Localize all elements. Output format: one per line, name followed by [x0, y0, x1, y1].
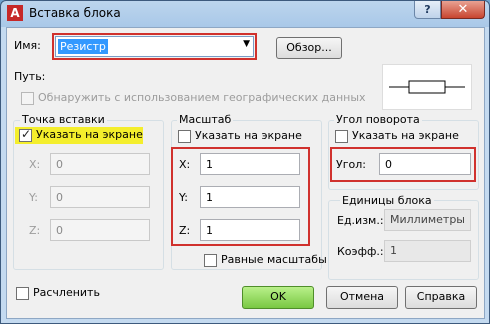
path-label: Путь: — [14, 70, 46, 83]
name-label: Имя: — [14, 39, 41, 52]
cancel-button[interactable]: Отмена — [326, 286, 398, 309]
ok-button[interactable]: OK — [242, 286, 314, 309]
browse-button[interactable]: Обзор... — [276, 37, 342, 59]
insertion-specify-label: Указать на экране — [36, 128, 143, 141]
factor-value: 1 — [384, 240, 471, 262]
block-preview — [382, 64, 472, 110]
resistor-preview-icon — [389, 80, 465, 94]
scale-z-field[interactable]: 1 — [200, 219, 300, 241]
scale-x-label: X: — [179, 158, 191, 171]
scale-x-field[interactable]: 1 — [200, 153, 300, 175]
unit-value: Миллиметры — [384, 209, 471, 231]
help-button[interactable]: Справка — [405, 286, 477, 309]
insert-block-dialog: A Вставка блока ? ✕ Имя: Резистр ▼ Обзор… — [0, 0, 490, 324]
window-title: Вставка блока — [29, 6, 121, 20]
insertion-x-label: X: — [29, 158, 41, 171]
units-title: Единицы блока — [340, 194, 434, 207]
rotation-specify-label: Указать на экране — [352, 129, 459, 142]
insertion-x-field[interactable]: 0 — [50, 153, 150, 175]
uniform-scale-label: Равные масштабы — [221, 253, 327, 266]
rotation-specify-checkbox[interactable] — [335, 130, 348, 143]
angle-field[interactable]: 0 — [379, 153, 471, 175]
insertion-specify-checkbox[interactable]: ✓ — [19, 127, 32, 142]
scale-specify-label: Указать на экране — [195, 129, 302, 142]
checkmark-icon: ✓ — [21, 127, 32, 141]
geo-checkbox[interactable] — [21, 92, 34, 105]
insertion-y-field[interactable]: 0 — [50, 186, 150, 208]
insertion-z-label: Z: — [29, 224, 41, 237]
scale-y-label: Y: — [179, 191, 188, 204]
rotation-title: Угол поворота — [334, 113, 422, 126]
insertion-y-label: Y: — [29, 191, 38, 204]
autocad-icon: A — [7, 5, 23, 21]
insertion-title: Точка вставки — [20, 113, 107, 126]
uniform-scale-checkbox[interactable] — [204, 254, 217, 267]
geo-label: Обнаружить с использованием географическ… — [38, 91, 366, 104]
scale-specify-checkbox[interactable] — [178, 130, 191, 143]
explode-checkbox[interactable] — [16, 287, 29, 300]
insertion-z-field[interactable]: 0 — [50, 219, 150, 241]
dialog-body: Имя: Резистр ▼ Обзор... Путь: Обнаружить… — [6, 27, 485, 319]
close-icon[interactable]: ✕ — [441, 1, 485, 19]
explode-label: Расчленить — [33, 286, 100, 299]
highlight-name — [52, 33, 257, 60]
title-bar[interactable]: A Вставка блока ? ✕ — [1, 1, 489, 27]
unit-label: Ед.изм.: — [337, 214, 384, 227]
help-icon[interactable]: ? — [414, 1, 441, 19]
scale-z-label: Z: — [179, 224, 191, 237]
scale-title: Масштаб — [177, 113, 234, 126]
angle-label: Угол: — [336, 158, 366, 171]
factor-label: Коэфф.: — [337, 245, 384, 258]
scale-y-field[interactable]: 1 — [200, 186, 300, 208]
